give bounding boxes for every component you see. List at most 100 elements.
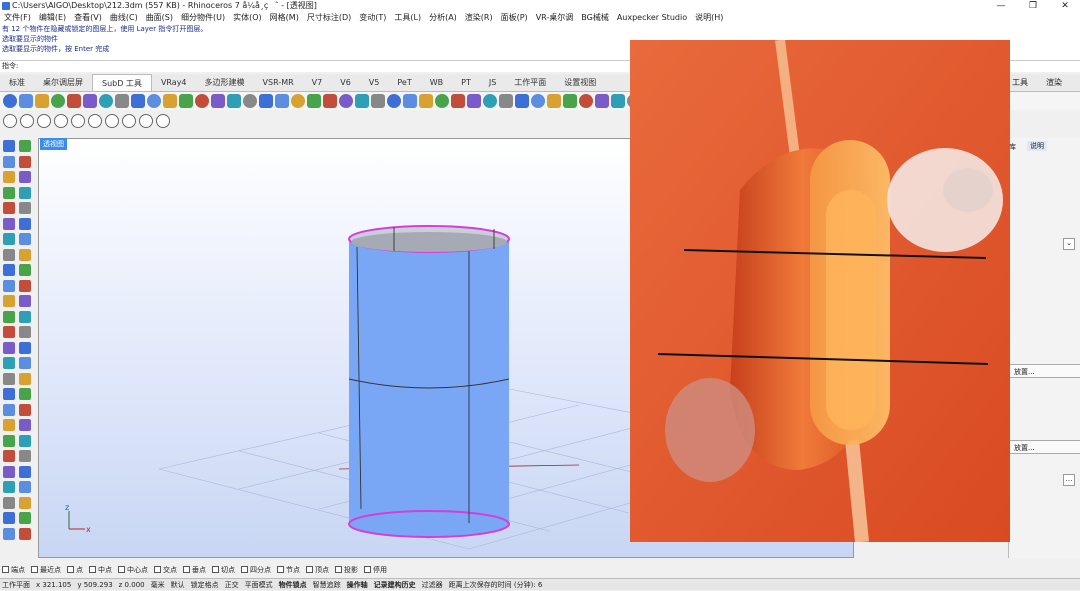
subd-tool-icon[interactable] <box>611 94 625 108</box>
left-tool-icon[interactable] <box>3 217 15 230</box>
status-ortho[interactable]: 正交 <box>225 579 239 590</box>
menu-tools[interactable]: 工具(L) <box>394 12 421 24</box>
place-button[interactable]: 放置... <box>1009 440 1080 454</box>
subd-tool-icon[interactable] <box>579 94 593 108</box>
left-tool-icon[interactable] <box>19 233 31 245</box>
left-tool-icon[interactable] <box>19 140 31 152</box>
left-tool-icon[interactable] <box>19 326 31 338</box>
left-tool-icon[interactable] <box>19 512 31 524</box>
osnap-option[interactable]: 投影 <box>335 564 358 577</box>
tab-v6[interactable]: V6 <box>331 74 360 91</box>
left-tool-icon[interactable] <box>3 403 15 416</box>
subd-tool-icon[interactable] <box>211 94 225 108</box>
menu-edit[interactable]: 编辑(E) <box>39 12 66 24</box>
left-tool-icon[interactable] <box>19 419 31 431</box>
checkbox-icon[interactable] <box>89 566 96 573</box>
secondary-tool-icon[interactable] <box>139 114 153 128</box>
subd-tool-icon[interactable] <box>595 94 609 108</box>
left-tool-icon[interactable] <box>19 264 31 276</box>
left-tool-icon[interactable] <box>3 434 15 447</box>
secondary-tool-icon[interactable] <box>88 114 102 128</box>
osnap-option[interactable]: 端点 <box>2 564 25 577</box>
subd-tool-icon[interactable] <box>547 94 561 108</box>
left-tool-icon[interactable] <box>3 264 15 276</box>
subd-tool-icon[interactable] <box>51 94 65 108</box>
left-tool-icon[interactable] <box>19 450 31 462</box>
minimize-button[interactable]: — <box>986 0 1016 12</box>
left-tool-icon[interactable] <box>3 233 15 245</box>
subd-tool-icon[interactable] <box>147 94 161 108</box>
subd-tool-icon[interactable] <box>467 94 481 108</box>
left-tool-icon[interactable] <box>3 295 15 307</box>
subd-tool-icon[interactable] <box>163 94 177 108</box>
tab-help[interactable]: 说明 <box>1027 141 1047 151</box>
left-tool-icon[interactable] <box>3 527 15 540</box>
checkbox-icon[interactable] <box>2 566 9 573</box>
tab-desktop-layer[interactable]: 桌尔调层屏 <box>34 74 92 91</box>
menu-panels[interactable]: 面板(P) <box>501 12 528 24</box>
left-tool-icon[interactable] <box>19 217 31 230</box>
dropdown-arrow-icon[interactable]: ⌄ <box>1063 238 1075 250</box>
left-tool-icon[interactable] <box>3 341 15 354</box>
close-button[interactable]: ✕ <box>1050 0 1080 12</box>
osnap-option[interactable]: 中点 <box>89 564 112 577</box>
subd-tool-icon[interactable] <box>19 94 33 108</box>
status-smarttrack[interactable]: 智慧追踪 <box>313 579 341 590</box>
osnap-option[interactable]: 最近点 <box>31 564 61 577</box>
menu-solid[interactable]: 实体(O) <box>233 12 262 24</box>
tab-pt[interactable]: PT <box>452 74 480 91</box>
tab-library[interactable]: 库 <box>1009 142 1016 152</box>
left-tool-icon[interactable] <box>3 496 15 509</box>
tab-render-right[interactable]: 渲染 <box>1046 74 1062 92</box>
subd-tool-icon[interactable] <box>259 94 273 108</box>
subd-tool-icon[interactable] <box>419 94 433 108</box>
subd-tool-icon[interactable] <box>227 94 241 108</box>
left-tool-icon[interactable] <box>3 155 15 168</box>
secondary-tool-icon[interactable] <box>122 114 136 128</box>
subd-tool-icon[interactable] <box>323 94 337 108</box>
menu-help[interactable]: 说明(H) <box>695 12 723 24</box>
secondary-tool-icon[interactable] <box>20 114 34 128</box>
left-tool-icon[interactable] <box>19 496 31 509</box>
osnap-option[interactable]: 节点 <box>277 564 300 577</box>
tab-vsr-mr[interactable]: VSR-MR <box>254 74 303 91</box>
maximize-button[interactable]: ❐ <box>1018 0 1048 12</box>
tab-tools-right[interactable]: 工具 <box>1012 74 1028 92</box>
menu-dimension[interactable]: 尺寸标注(D) <box>307 12 351 24</box>
left-tool-icon[interactable] <box>19 341 31 354</box>
subd-tool-icon[interactable] <box>483 94 497 108</box>
left-tool-icon[interactable] <box>19 372 31 385</box>
subd-tool-icon[interactable] <box>307 94 321 108</box>
secondary-tool-icon[interactable] <box>54 114 68 128</box>
subd-tool-icon[interactable] <box>131 94 145 108</box>
status-cplane[interactable]: 工作平面 <box>2 579 30 590</box>
tab-v5[interactable]: V5 <box>360 74 389 91</box>
osnap-option[interactable]: 点 <box>67 564 83 577</box>
left-tool-icon[interactable] <box>3 248 15 261</box>
menu-view[interactable]: 查看(V) <box>74 12 102 24</box>
subd-tool-icon[interactable] <box>275 94 289 108</box>
left-tool-icon[interactable] <box>3 310 15 323</box>
checkbox-icon[interactable] <box>67 566 74 573</box>
left-tool-icon[interactable] <box>3 481 15 493</box>
left-tool-icon[interactable] <box>19 279 31 292</box>
tab-set-view[interactable]: 设置视图 <box>555 74 605 91</box>
subd-tool-icon[interactable] <box>99 94 113 108</box>
tab-cplane[interactable]: 工作平面 <box>505 74 555 91</box>
left-tool-icon[interactable] <box>3 357 15 369</box>
left-tool-icon[interactable] <box>19 403 31 416</box>
checkbox-icon[interactable] <box>183 566 190 573</box>
checkbox-icon[interactable] <box>241 566 248 573</box>
subd-tool-icon[interactable] <box>435 94 449 108</box>
subd-tool-icon[interactable] <box>403 94 417 108</box>
checkbox-icon[interactable] <box>154 566 161 573</box>
osnap-option[interactable]: 停用 <box>364 564 387 577</box>
status-record-history[interactable]: 记录建构历史 <box>374 579 416 590</box>
left-tool-icon[interactable] <box>19 186 31 199</box>
subd-tool-icon[interactable] <box>67 94 81 108</box>
left-tool-icon[interactable] <box>3 419 15 431</box>
subd-tool-icon[interactable] <box>83 94 97 108</box>
subd-tool-icon[interactable] <box>499 94 513 108</box>
left-tool-icon[interactable] <box>3 202 15 214</box>
osnap-option[interactable]: 交点 <box>154 564 177 577</box>
